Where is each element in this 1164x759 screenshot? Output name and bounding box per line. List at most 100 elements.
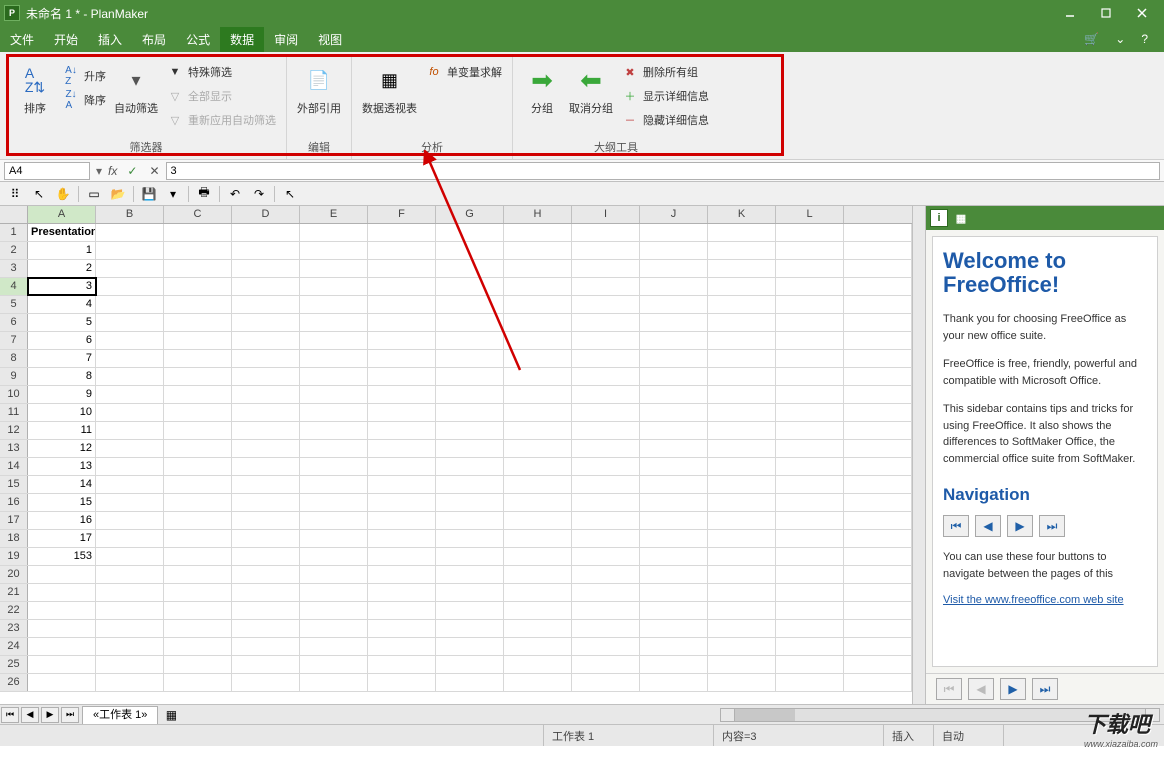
cell[interactable]	[572, 224, 640, 241]
cell[interactable]	[708, 602, 776, 619]
cell[interactable]	[572, 332, 640, 349]
row-header[interactable]: 24	[0, 638, 28, 655]
cell[interactable]	[504, 332, 572, 349]
vertical-scrollbar[interactable]	[912, 206, 926, 704]
cell[interactable]	[708, 260, 776, 277]
row-header[interactable]: 23	[0, 620, 28, 637]
cell[interactable]: 4	[28, 296, 96, 313]
cell[interactable]	[164, 422, 232, 439]
cell[interactable]	[232, 494, 300, 511]
cell[interactable]	[776, 422, 844, 439]
cell[interactable]	[844, 566, 912, 583]
cell[interactable]	[28, 620, 96, 637]
cell[interactable]	[572, 548, 640, 565]
cell[interactable]	[368, 656, 436, 673]
cell[interactable]	[572, 404, 640, 421]
footer-nav-next-button[interactable]: ▶	[1000, 678, 1026, 700]
row-header[interactable]: 3	[0, 260, 28, 277]
cell[interactable]	[232, 440, 300, 457]
menu-item-7[interactable]: 视图	[308, 27, 352, 52]
cell[interactable]	[776, 548, 844, 565]
col-header[interactable]: L	[776, 206, 844, 223]
cell[interactable]	[572, 530, 640, 547]
cell[interactable]	[572, 584, 640, 601]
row-header[interactable]: 8	[0, 350, 28, 367]
cell[interactable]	[436, 512, 504, 529]
col-header[interactable]: J	[640, 206, 708, 223]
cell[interactable]	[436, 404, 504, 421]
spreadsheet-grid[interactable]: ABCDEFGHIJKL 1Presentations2132435465768…	[0, 206, 912, 704]
cell[interactable]	[300, 224, 368, 241]
footer-nav-prev-button[interactable]: ◀	[968, 678, 994, 700]
cell[interactable]	[844, 494, 912, 511]
cell-reference-input[interactable]	[4, 162, 90, 180]
nav-last-button[interactable]: ⏭	[1039, 515, 1065, 537]
cell[interactable]	[844, 548, 912, 565]
cell[interactable]	[844, 476, 912, 493]
cell[interactable]	[164, 512, 232, 529]
tab-nav-next-button[interactable]: ▶	[41, 707, 59, 723]
cell[interactable]	[232, 512, 300, 529]
cell[interactable]	[504, 278, 572, 295]
cell[interactable]	[96, 404, 164, 421]
cell[interactable]	[96, 656, 164, 673]
cell[interactable]	[708, 404, 776, 421]
cell[interactable]	[300, 278, 368, 295]
cell[interactable]	[368, 674, 436, 691]
cell[interactable]	[844, 242, 912, 259]
cell[interactable]	[96, 278, 164, 295]
cell[interactable]	[96, 260, 164, 277]
cell[interactable]	[96, 512, 164, 529]
cell[interactable]	[232, 638, 300, 655]
cell[interactable]	[300, 368, 368, 385]
cell[interactable]	[844, 260, 912, 277]
cell[interactable]	[640, 368, 708, 385]
cell[interactable]: 153	[28, 548, 96, 565]
cell[interactable]	[640, 674, 708, 691]
cell[interactable]: 11	[28, 422, 96, 439]
cell[interactable]	[776, 512, 844, 529]
row-header[interactable]: 14	[0, 458, 28, 475]
autofilter-button[interactable]: ▾ 自动筛选	[110, 58, 162, 118]
cell[interactable]	[708, 224, 776, 241]
tab-nav-last-button[interactable]: ⏭	[61, 707, 79, 723]
cell[interactable]	[640, 602, 708, 619]
cell[interactable]	[708, 440, 776, 457]
cell[interactable]	[776, 242, 844, 259]
cell[interactable]: 10	[28, 404, 96, 421]
row-header[interactable]: 5	[0, 296, 28, 313]
row-header[interactable]: 17	[0, 512, 28, 529]
row-header[interactable]: 6	[0, 314, 28, 331]
cell[interactable]	[504, 458, 572, 475]
cell[interactable]	[708, 512, 776, 529]
cell[interactable]	[504, 548, 572, 565]
cell[interactable]	[640, 620, 708, 637]
cell[interactable]	[708, 332, 776, 349]
cell[interactable]	[436, 458, 504, 475]
pivot-table-button[interactable]: ▦ 数据透视表	[358, 58, 421, 118]
cell[interactable]	[640, 476, 708, 493]
cell[interactable]	[232, 242, 300, 259]
cell[interactable]	[368, 278, 436, 295]
cell[interactable]	[96, 548, 164, 565]
cell[interactable]	[504, 368, 572, 385]
cell[interactable]: 7	[28, 350, 96, 367]
undo-button[interactable]: ↶	[224, 184, 246, 204]
cell[interactable]: 15	[28, 494, 96, 511]
cell[interactable]	[640, 314, 708, 331]
cell[interactable]	[232, 566, 300, 583]
cell[interactable]	[708, 566, 776, 583]
cell[interactable]	[572, 476, 640, 493]
minimize-button[interactable]	[1052, 0, 1088, 26]
help-icon[interactable]: ?	[1133, 32, 1156, 46]
cell[interactable]	[368, 296, 436, 313]
cell[interactable]	[504, 296, 572, 313]
cell[interactable]	[28, 674, 96, 691]
cell[interactable]	[368, 260, 436, 277]
maximize-button[interactable]	[1088, 0, 1124, 26]
cell[interactable]	[640, 260, 708, 277]
cell[interactable]	[844, 314, 912, 331]
menu-item-1[interactable]: 开始	[44, 27, 88, 52]
show-detail-button[interactable]: ＋显示详细信息	[617, 84, 713, 108]
cell[interactable]	[844, 584, 912, 601]
